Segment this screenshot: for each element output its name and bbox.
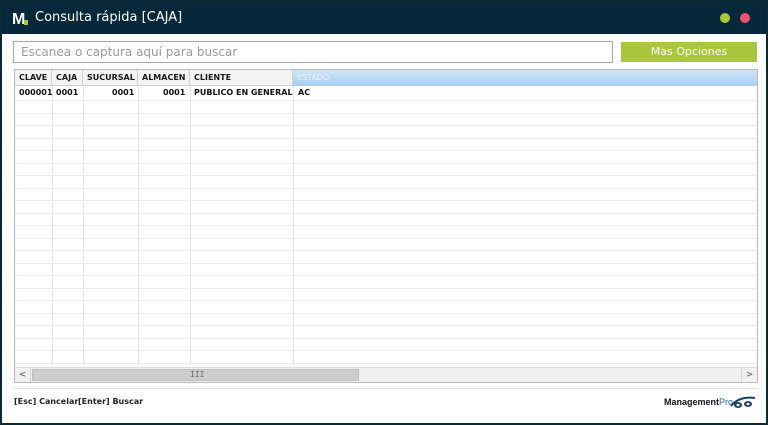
row-gridline xyxy=(15,200,757,201)
cell-sucursal: 0001 xyxy=(112,88,135,97)
column-header-estado[interactable]: ESTADO xyxy=(293,70,757,86)
column-header-clave[interactable]: CLAVE xyxy=(15,70,52,86)
cell-clave: 000001 xyxy=(19,88,53,97)
svg-text:M: M xyxy=(12,11,25,27)
row-gridline xyxy=(15,113,757,114)
cell-cliente: PUBLICO EN GENERAL xyxy=(194,88,293,97)
row-gridline xyxy=(15,150,757,151)
results-table[interactable]: CLAVE CAJA SUCURSAL ALMACEN CLIENTE ESTA… xyxy=(14,69,758,383)
table-header: CLAVE CAJA SUCURSAL ALMACEN CLIENTE ESTA… xyxy=(15,70,757,86)
scrollbar-grip-icon: III xyxy=(190,370,205,379)
cancel-shortcut-hint[interactable]: [Esc] Cancelar xyxy=(14,397,78,406)
close-button[interactable] xyxy=(740,13,750,23)
scroll-left-arrow-icon[interactable]: < xyxy=(15,368,31,382)
row-gridline xyxy=(15,313,757,314)
scroll-right-arrow-icon[interactable]: > xyxy=(741,368,757,382)
cell-estado: AC xyxy=(298,88,311,97)
app-logo-icon: M xyxy=(12,11,28,27)
footer-divider xyxy=(14,388,758,389)
search-input[interactable] xyxy=(13,41,613,63)
cell-caja: 0001 xyxy=(56,88,79,97)
window-title: Consulta rápida [CAJA] xyxy=(35,10,183,25)
column-header-almacen[interactable]: ALMACEN xyxy=(138,70,190,86)
brand-name: ManagementPro xyxy=(664,397,733,407)
minimize-button[interactable] xyxy=(720,13,730,23)
row-gridline xyxy=(15,363,757,364)
row-gridline xyxy=(15,188,757,189)
title-bar[interactable]: M Consulta rápida [CAJA] xyxy=(2,2,766,34)
row-gridline xyxy=(15,300,757,301)
row-gridline xyxy=(15,250,757,251)
search-shortcut-hint[interactable]: [Enter] Buscar xyxy=(78,397,143,406)
row-gridline xyxy=(15,100,757,101)
brand-name-main: Management xyxy=(664,397,720,407)
row-gridline xyxy=(15,175,757,176)
row-gridline xyxy=(15,225,757,226)
row-gridline xyxy=(15,125,757,126)
scrollbar-thumb[interactable]: III xyxy=(32,369,359,381)
row-gridline xyxy=(15,288,757,289)
row-gridline xyxy=(15,213,757,214)
row-gridline xyxy=(15,163,757,164)
app-window: M Consulta rápida [CAJA] Mas Opciones CL… xyxy=(0,0,768,425)
row-gridline xyxy=(15,275,757,276)
row-gridline xyxy=(15,350,757,351)
horizontal-scrollbar[interactable]: < III > xyxy=(15,367,757,382)
column-header-sucursal[interactable]: SUCURSAL xyxy=(83,70,138,86)
row-gridline xyxy=(15,238,757,239)
cell-almacen: 0001 xyxy=(163,88,186,97)
column-header-caja[interactable]: CAJA xyxy=(52,70,83,86)
row-gridline xyxy=(15,338,757,339)
row-gridline xyxy=(15,138,757,139)
more-options-button[interactable]: Mas Opciones xyxy=(621,42,757,62)
brand-logo-icon xyxy=(730,396,756,408)
row-gridline xyxy=(15,325,757,326)
table-body xyxy=(15,86,757,366)
column-header-cliente[interactable]: CLIENTE xyxy=(190,70,293,86)
row-gridline xyxy=(15,263,757,264)
